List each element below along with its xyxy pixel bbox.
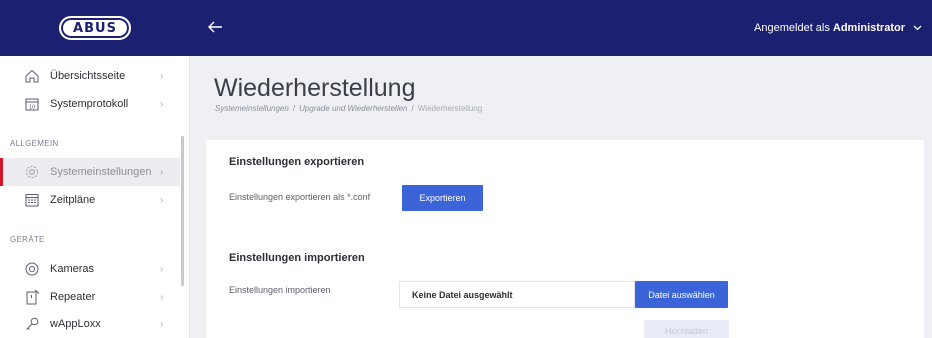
sidebar-item-label: Repeater [50,291,96,303]
file-input-display[interactable]: Keine Datei ausgewählt [399,281,635,308]
user-menu[interactable]: Angemeldet als Administrator [754,0,922,56]
chevron-right-icon: › [160,194,164,206]
sidebar-item-label: Kameras [50,263,95,275]
logo-area: ABUS [0,0,190,56]
chevron-right-icon: › [160,166,164,178]
svg-text:10: 10 [29,105,35,111]
sidebar-item-wapploxx[interactable]: wAppLoxx › [0,310,180,338]
user-prefix: Angemeldet als [754,22,830,34]
export-section-title: Einstellungen exportieren [229,156,365,168]
export-label: Einstellungen exportieren als *.conf [229,192,371,202]
import-label: Einstellungen importieren [229,285,331,295]
import-section-title: Einstellungen importieren [229,252,365,264]
chevron-right-icon: › [160,318,164,330]
breadcrumb-separator: / [292,104,296,113]
chevron-down-icon [913,23,922,34]
sidebar-item-system-settings[interactable]: Systemeinstellungen › [0,158,180,186]
calendar-icon: 10 [24,96,40,112]
sidebar-item-label: Übersichtsseite [50,70,126,82]
logo-text: ABUS [73,20,117,36]
page-title: Wiederherstellung [214,74,416,102]
repeater-icon [24,289,40,305]
sidebar-item-system-log[interactable]: 10 Systemprotokoll › [0,90,180,118]
sidebar-item-cameras[interactable]: Kameras › [0,255,180,283]
sidebar-item-overview[interactable]: Übersichtsseite › [0,62,180,90]
home-icon [24,68,40,84]
sidebar: Übersichtsseite › 10 Systemprotokoll › A… [0,56,190,338]
breadcrumb-current: Wiederherstellung [417,104,483,113]
abus-logo[interactable]: ABUS [59,16,131,40]
export-button[interactable]: Exportieren [402,185,483,211]
sidebar-item-label: Systemeinstellungen [50,166,152,178]
chevron-right-icon: › [160,70,164,82]
chevron-right-icon: › [160,291,164,303]
schedule-icon [24,192,40,208]
breadcrumb-link-system-settings[interactable]: Systemeinstellungen [215,104,289,113]
chevron-right-icon: › [160,98,164,110]
section-label-devices: GERÄTE [10,235,45,244]
arrow-left-icon[interactable] [205,17,225,37]
breadcrumb-separator: / [411,104,414,113]
section-label-general: ALLGEMEIN [10,139,59,148]
sidebar-item-label: Zeitpläne [50,194,96,206]
settings-card: Einstellungen exportieren Einstellungen … [206,140,924,338]
breadcrumb: Systemeinstellungen / Upgrade und Wiederhe… [215,104,482,113]
gear-icon [24,164,40,180]
key-icon [24,316,40,332]
sidebar-item-repeater[interactable]: Repeater › [0,283,180,311]
sidebar-item-label: wAppLoxx [50,318,101,330]
upload-button[interactable]: Hochladen [644,320,729,338]
breadcrumb-link-upgrade[interactable]: Upgrade und Wiederherstellen [299,104,407,113]
sidebar-item-schedules[interactable]: Zeitpläne › [0,186,180,214]
user-name: Administrator [832,22,905,34]
chevron-right-icon: › [160,263,164,275]
sidebar-scrollbar[interactable] [181,136,184,286]
camera-icon [24,261,40,277]
sidebar-item-label: Systemprotokoll [50,98,129,110]
choose-file-button[interactable]: Datei auswählen [635,281,728,308]
